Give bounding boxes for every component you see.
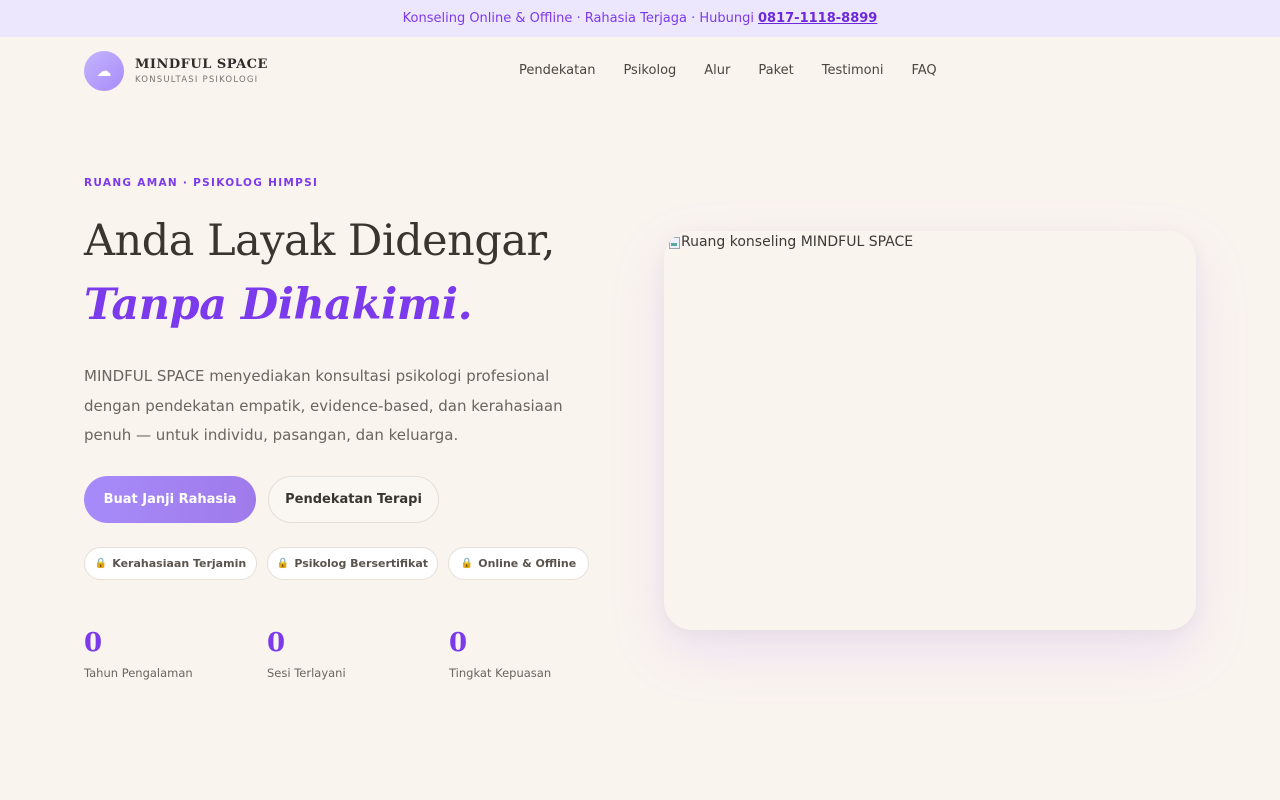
image-alt-text: Ruang konseling MINDFUL SPACE	[681, 234, 914, 250]
main-nav: Pendekatan Psikolog Alur Paket Testimoni…	[519, 63, 937, 78]
lock-icon: 🔒	[276, 558, 290, 569]
brand-logo[interactable]: ☁ MINDFUL SPACE KONSULTASI PSIKOLOGI	[84, 51, 268, 91]
hero-image: Ruang konseling MINDFUL SPACE	[664, 231, 1196, 630]
stat-label: Tahun Pengalaman	[84, 666, 193, 680]
phone-link[interactable]: 0817-1118-8899	[758, 11, 877, 26]
nav-item-pendekatan[interactable]: Pendekatan	[519, 63, 595, 78]
announcement-bar: Konseling Online & Offline · Rahasia Ter…	[0, 0, 1280, 37]
stat-label: Tingkat Kepuasan	[449, 666, 552, 680]
brand-name: MINDFUL SPACE	[135, 57, 268, 72]
broken-image-icon	[668, 235, 680, 249]
stat-value: 0	[267, 628, 286, 658]
nav-item-testimoni[interactable]: Testimoni	[822, 63, 884, 78]
book-appointment-button[interactable]: Buat Janji Rahasia	[84, 476, 256, 523]
stat-sessions: 0 Sesi Terlayani	[267, 628, 346, 680]
brand-tagline: KONSULTASI PSIKOLOGI	[135, 75, 259, 85]
nav-item-psikolog[interactable]: Psikolog	[623, 63, 676, 78]
stat-value: 0	[84, 628, 103, 658]
nav-item-paket[interactable]: Paket	[758, 63, 793, 78]
hero-eyebrow: RUANG AMAN · PSIKOLOG HIMPSI	[84, 177, 319, 189]
nav-item-alur[interactable]: Alur	[704, 63, 730, 78]
stat-years: 0 Tahun Pengalaman	[84, 628, 193, 680]
badge-certified: 🔒 Psikolog Bersertifikat	[267, 547, 438, 580]
badge-online-offline: 🔒 Online & Offline	[448, 547, 589, 580]
stat-satisfaction: 0 Tingkat Kepuasan	[449, 628, 551, 680]
stat-label: Sesi Terlayani	[267, 666, 346, 680]
hero-title-line1: Anda Layak Didengar,	[84, 216, 555, 266]
nav-item-faq[interactable]: FAQ	[911, 63, 936, 78]
hero-title-line2: Tanpa Dihakimi.	[84, 280, 473, 330]
therapy-approach-button[interactable]: Pendekatan Terapi	[268, 476, 439, 523]
hero-description: MINDFUL SPACE menyediakan konsultasi psi…	[84, 367, 563, 444]
stat-value: 0	[449, 628, 468, 658]
badge-confidentiality: 🔒 Kerahasiaan Terjamin	[84, 547, 257, 580]
lock-icon: 🔒	[460, 558, 474, 569]
cloud-icon: ☁	[84, 51, 124, 91]
lock-icon: 🔒	[94, 558, 108, 569]
announcement-text: Konseling Online & Offline · Rahasia Ter…	[402, 11, 754, 26]
site-header: ☁ MINDFUL SPACE KONSULTASI PSIKOLOGI Pen…	[84, 50, 1196, 92]
